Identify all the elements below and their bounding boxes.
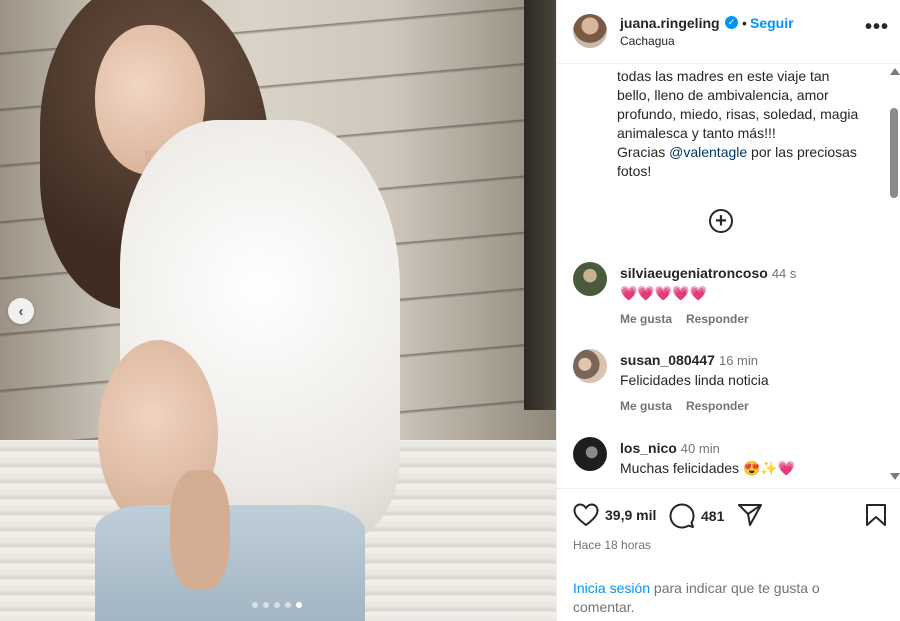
- scrollbar-thumb[interactable]: [890, 108, 898, 198]
- comment-reply-button[interactable]: Responder: [686, 312, 749, 326]
- commenter-avatar[interactable]: [573, 437, 607, 471]
- verified-badge-icon: ✓: [725, 16, 738, 29]
- comments-scroll-area[interactable]: todas las madres en este viaje tan bello…: [557, 64, 900, 488]
- share-action: [737, 503, 763, 527]
- plus-circle-icon: +: [715, 210, 727, 232]
- carousel-dot: [285, 602, 291, 608]
- comment-text: Felicidades linda noticia: [620, 372, 769, 388]
- like-count[interactable]: 39,9 mil: [605, 507, 656, 523]
- post-caption: todas las madres en este viaje tan bello…: [617, 67, 879, 181]
- caption-line: bello, lleno de ambivalencia, amor: [617, 87, 829, 103]
- comment-header: los_nico 40 min: [620, 440, 720, 456]
- heart-icon[interactable]: [573, 503, 599, 527]
- wall-beam: [524, 0, 556, 410]
- commenter-username[interactable]: silviaeugeniatroncoso: [620, 265, 768, 281]
- post-action-bar: 39,9 mil 481 Hace 18 horas Inicia sesión…: [557, 488, 900, 621]
- mention-link[interactable]: @valentagle: [669, 144, 747, 160]
- caption-thanks-line: Gracias @valentagle por las preciosas: [617, 143, 879, 162]
- comment-time: 44 s: [771, 266, 797, 281]
- post-header: juana.ringeling ✓ • Seguir Cachagua •••: [557, 0, 900, 64]
- commenter-username[interactable]: los_nico: [620, 440, 677, 456]
- load-more-comments-button[interactable]: +: [709, 209, 733, 233]
- post-time-ago[interactable]: Hace 18 horas: [573, 538, 651, 552]
- commenter-username[interactable]: susan_080447: [620, 352, 715, 368]
- caption-line: profundo, miedo, risas, soledad, magia: [617, 106, 859, 122]
- comment-header: susan_080447 16 min: [620, 352, 758, 368]
- carousel-dot: [252, 602, 258, 608]
- bookmark-icon[interactable]: [865, 503, 887, 527]
- comment-action: 481: [669, 503, 724, 529]
- comment-reply-button[interactable]: Responder: [686, 399, 749, 413]
- comment-like-button[interactable]: Me gusta: [620, 312, 672, 326]
- chevron-left-icon: ‹: [18, 302, 24, 320]
- comment-count[interactable]: 481: [701, 508, 724, 524]
- comment-like-button[interactable]: Me gusta: [620, 399, 672, 413]
- login-link[interactable]: Inicia sesión: [573, 580, 650, 596]
- scroll-up-arrow-icon[interactable]: [890, 68, 900, 75]
- author-avatar[interactable]: [573, 14, 607, 48]
- caption-thanks-suffix: por las preciosas: [747, 144, 857, 160]
- comment-bubble-icon[interactable]: [669, 503, 695, 529]
- location-link[interactable]: Cachagua: [620, 34, 675, 48]
- commenter-avatar[interactable]: [573, 262, 607, 296]
- caption-line: fotos!: [617, 163, 652, 179]
- carousel-dot-active: [296, 602, 302, 608]
- carousel-prev-button[interactable]: ‹: [8, 298, 34, 324]
- comments-scrollbar[interactable]: [887, 68, 900, 484]
- like-action: 39,9 mil: [573, 503, 656, 527]
- comment-actions: Me gusta Responder: [620, 312, 749, 326]
- follow-button[interactable]: Seguir: [750, 15, 794, 31]
- caption-line: todas las madres en este viaje tan: [617, 68, 830, 84]
- hand: [170, 470, 230, 590]
- comment-time: 16 min: [718, 353, 758, 368]
- carousel-dot: [274, 602, 280, 608]
- comment-text: Muchas felicidades 😍✨💗: [620, 460, 796, 476]
- commenter-avatar[interactable]: [573, 349, 607, 383]
- caption-thanks-prefix: Gracias: [617, 144, 670, 160]
- comment-header: silviaeugeniatroncoso 44 s: [620, 265, 796, 281]
- carousel-dot: [263, 602, 269, 608]
- login-prompt: Inicia sesión para indicar que te gusta …: [573, 579, 873, 617]
- scroll-down-arrow-icon[interactable]: [890, 473, 900, 480]
- author-username[interactable]: juana.ringeling: [620, 15, 720, 31]
- carousel-dots: [252, 602, 302, 608]
- post-image[interactable]: ‹: [0, 0, 556, 621]
- jeans: [95, 505, 365, 621]
- more-options-icon[interactable]: •••: [865, 16, 889, 39]
- comment-time: 40 min: [680, 441, 720, 456]
- paper-plane-icon[interactable]: [737, 503, 763, 527]
- save-action: [865, 503, 887, 527]
- header-separator: •: [742, 15, 747, 31]
- caption-line: animalesca y tanto más!!!: [617, 125, 776, 141]
- post-side-panel: juana.ringeling ✓ • Seguir Cachagua ••• …: [556, 0, 900, 621]
- comment-actions: Me gusta Responder: [620, 399, 749, 413]
- comment-text: 💗💗💗💗💗: [620, 285, 708, 301]
